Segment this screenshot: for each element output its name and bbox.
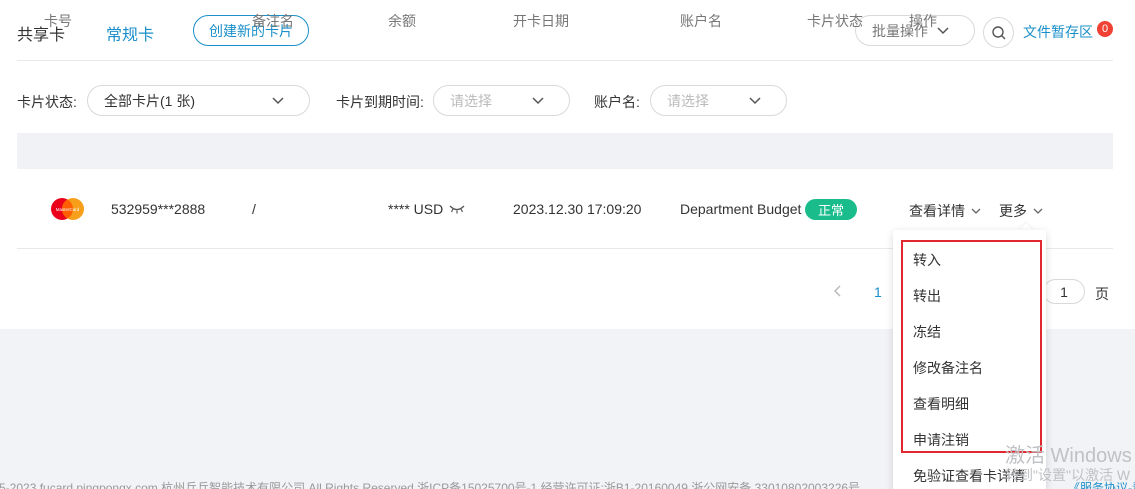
mastercard-logo-text: MasterCard <box>56 207 80 212</box>
page-number-current[interactable]: 1 <box>874 284 882 300</box>
col-header-remark: 备注名 <box>252 13 294 29</box>
mastercard-logo: MasterCard <box>47 196 88 222</box>
more-actions-button[interactable]: 更多 <box>999 201 1043 221</box>
card-number: 532959***2888 <box>111 201 206 217</box>
col-header-open-date: 开卡日期 <box>513 13 569 29</box>
account-placeholder: 请选择 <box>667 92 709 109</box>
page-unit-label: 页 <box>1095 286 1109 302</box>
table-header <box>17 133 1113 169</box>
balance-value: **** USD <box>388 201 444 217</box>
card-status-value: 全部卡片(1 张) <box>104 92 195 109</box>
more-actions-label: 更多 <box>999 203 1027 219</box>
col-header-card-number: 卡号 <box>44 13 72 29</box>
tab-regular-cards[interactable]: 常规卡 <box>106 21 154 45</box>
chevron-down-icon <box>749 97 761 105</box>
status-badge: 正常 <box>805 199 857 220</box>
chevron-down-icon <box>937 27 949 35</box>
eye-closed-icon[interactable] <box>449 204 465 214</box>
expiry-filter-label: 卡片到期时间: <box>336 94 424 110</box>
file-stash-link[interactable]: 文件暂存区 <box>1023 22 1093 42</box>
card-remark: / <box>252 201 256 217</box>
windows-watermark-title: 激活 Windows <box>1005 445 1132 467</box>
card-open-date: 2023.12.30 17:09:20 <box>513 201 642 217</box>
account-filter-label: 账户名: <box>594 94 640 110</box>
card-status-filter-label: 卡片状态: <box>17 94 77 110</box>
search-button[interactable] <box>983 17 1014 48</box>
col-header-account: 账户名 <box>680 13 722 29</box>
chevron-down-icon <box>971 208 981 214</box>
page-jump-input[interactable]: 1 <box>1043 279 1085 304</box>
chevron-down-icon <box>1033 208 1043 214</box>
footer-copyright: 5-2023 fucard.pingpongx.com 杭州乒乓智能技术有限公司… <box>0 481 861 489</box>
chevron-down-icon <box>532 97 544 105</box>
header-divider <box>17 60 1113 61</box>
card-account: Department Budget <box>680 201 802 217</box>
chevron-left-icon[interactable] <box>832 284 844 298</box>
file-stash-count-badge: 0 <box>1097 21 1113 37</box>
search-icon <box>991 25 1005 39</box>
col-header-balance: 余额 <box>388 13 416 29</box>
expiry-placeholder: 请选择 <box>450 92 492 109</box>
menu-highlight-box <box>901 240 1042 453</box>
card-balance: **** USD <box>388 201 465 217</box>
view-details-button[interactable]: 查看详情 <box>909 201 981 221</box>
expiry-select[interactable]: 请选择 <box>433 85 570 116</box>
view-details-label: 查看详情 <box>909 203 965 219</box>
col-header-status: 卡片状态 <box>807 13 863 29</box>
account-select[interactable]: 请选择 <box>650 85 787 116</box>
col-header-actions: 操作 <box>909 13 937 29</box>
card-status-select[interactable]: 全部卡片(1 张) <box>87 85 310 116</box>
chevron-down-icon <box>272 97 284 105</box>
windows-watermark-subtitle: 转到"设置"以激活 W <box>1005 467 1131 483</box>
